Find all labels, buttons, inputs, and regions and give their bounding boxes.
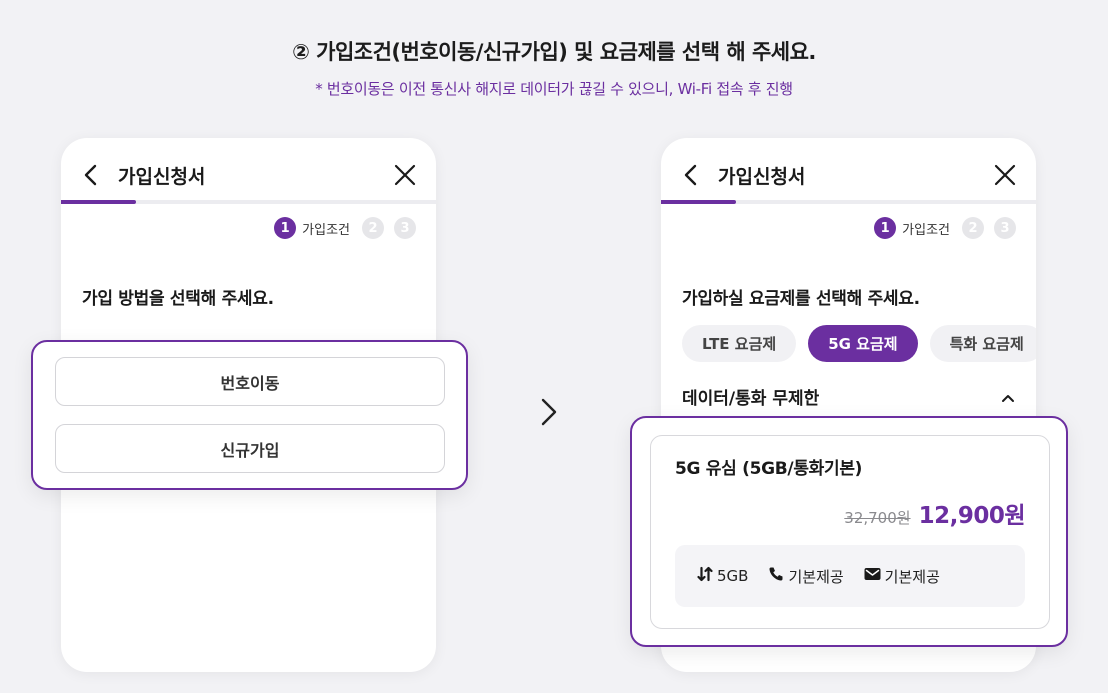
phone-title: 가입신청서 <box>718 166 806 188</box>
tab-5g-plan[interactable]: 5G 요금제 <box>808 325 918 362</box>
step-indicator: 1 가입조건 2 3 <box>274 217 416 239</box>
progress-fill <box>661 200 736 204</box>
step-1-badge: 1 <box>274 217 297 239</box>
category-accordion-header[interactable]: 데이터/통화 무제한 <box>682 384 1015 409</box>
phone-header: 가입신청서 <box>61 138 436 200</box>
join-method-options: 번호이동 신규가입 <box>31 340 468 490</box>
feature-data-label: 5GB <box>717 567 749 585</box>
step-2-badge: 2 <box>962 217 984 239</box>
question-text: 가입 방법을 선택해 주세요. <box>82 289 274 309</box>
feature-message: 기본제공 <box>864 566 940 587</box>
step-indicator: 1 가입조건 2 3 <box>874 217 1016 239</box>
progress-fill <box>61 200 136 204</box>
step-1-badge: 1 <box>874 217 897 239</box>
price-row: 32,700원 12,900원 <box>844 496 1025 530</box>
page-heading: ② 가입조건(번호이동/신규가입) 및 요금제를 선택 해 주세요. <box>292 40 816 64</box>
feature-call-label: 기본제공 <box>788 567 844 586</box>
progress-bar <box>61 200 436 204</box>
tab-special-plan[interactable]: 특화 요금제 <box>929 325 1036 362</box>
close-icon[interactable] <box>394 164 416 190</box>
close-icon[interactable] <box>994 164 1016 190</box>
step-2-badge: 2 <box>362 217 384 239</box>
category-label: 데이터/통화 무제한 <box>682 389 820 409</box>
step-1-label: 가입조건 <box>902 222 950 238</box>
new-signup-button[interactable]: 신규가입 <box>55 424 445 473</box>
plan-type-tabs: LTE 요금제 5G 요금제 특화 요금제 <box>682 325 1036 362</box>
question-text: 가입하실 요금제를 선택해 주세요. <box>682 289 920 309</box>
phone-header: 가입신청서 <box>661 138 1036 200</box>
back-arrow-icon[interactable] <box>83 164 97 190</box>
chevron-up-icon[interactable] <box>1001 388 1015 407</box>
plan-name: 5G 유심 (5GB/통화기본) <box>675 459 863 479</box>
number-port-button[interactable]: 번호이동 <box>55 357 445 406</box>
plan-features: 5GB 기본제공 기본제공 <box>675 545 1025 607</box>
progress-bar <box>661 200 1036 204</box>
phone-title: 가입신청서 <box>118 166 206 188</box>
plan-card[interactable]: 5G 유심 (5GB/통화기본) 32,700원 12,900원 5GB 기본제… <box>650 435 1050 629</box>
step-3-badge: 3 <box>394 217 416 239</box>
step-3-badge: 3 <box>994 217 1016 239</box>
data-arrows-icon <box>697 566 713 586</box>
discount-price: 12,900원 <box>918 503 1026 529</box>
original-price: 32,700원 <box>844 509 911 527</box>
page-subheading: * 번호이동은 이전 통신사 해지로 데이터가 끊길 수 있으니, Wi-Fi … <box>315 80 793 98</box>
feature-message-label: 기본제공 <box>884 567 940 586</box>
back-arrow-icon[interactable] <box>683 164 697 190</box>
feature-data: 5GB <box>697 566 748 586</box>
chevron-right-icon <box>540 398 558 430</box>
tab-lte-plan[interactable]: LTE 요금제 <box>682 325 797 362</box>
phone-icon <box>768 566 784 586</box>
mail-icon <box>864 567 881 585</box>
step-1-label: 가입조건 <box>302 222 350 238</box>
feature-call: 기본제공 <box>768 566 844 587</box>
plan-highlight: 5G 유심 (5GB/통화기본) 32,700원 12,900원 5GB 기본제… <box>630 416 1068 647</box>
